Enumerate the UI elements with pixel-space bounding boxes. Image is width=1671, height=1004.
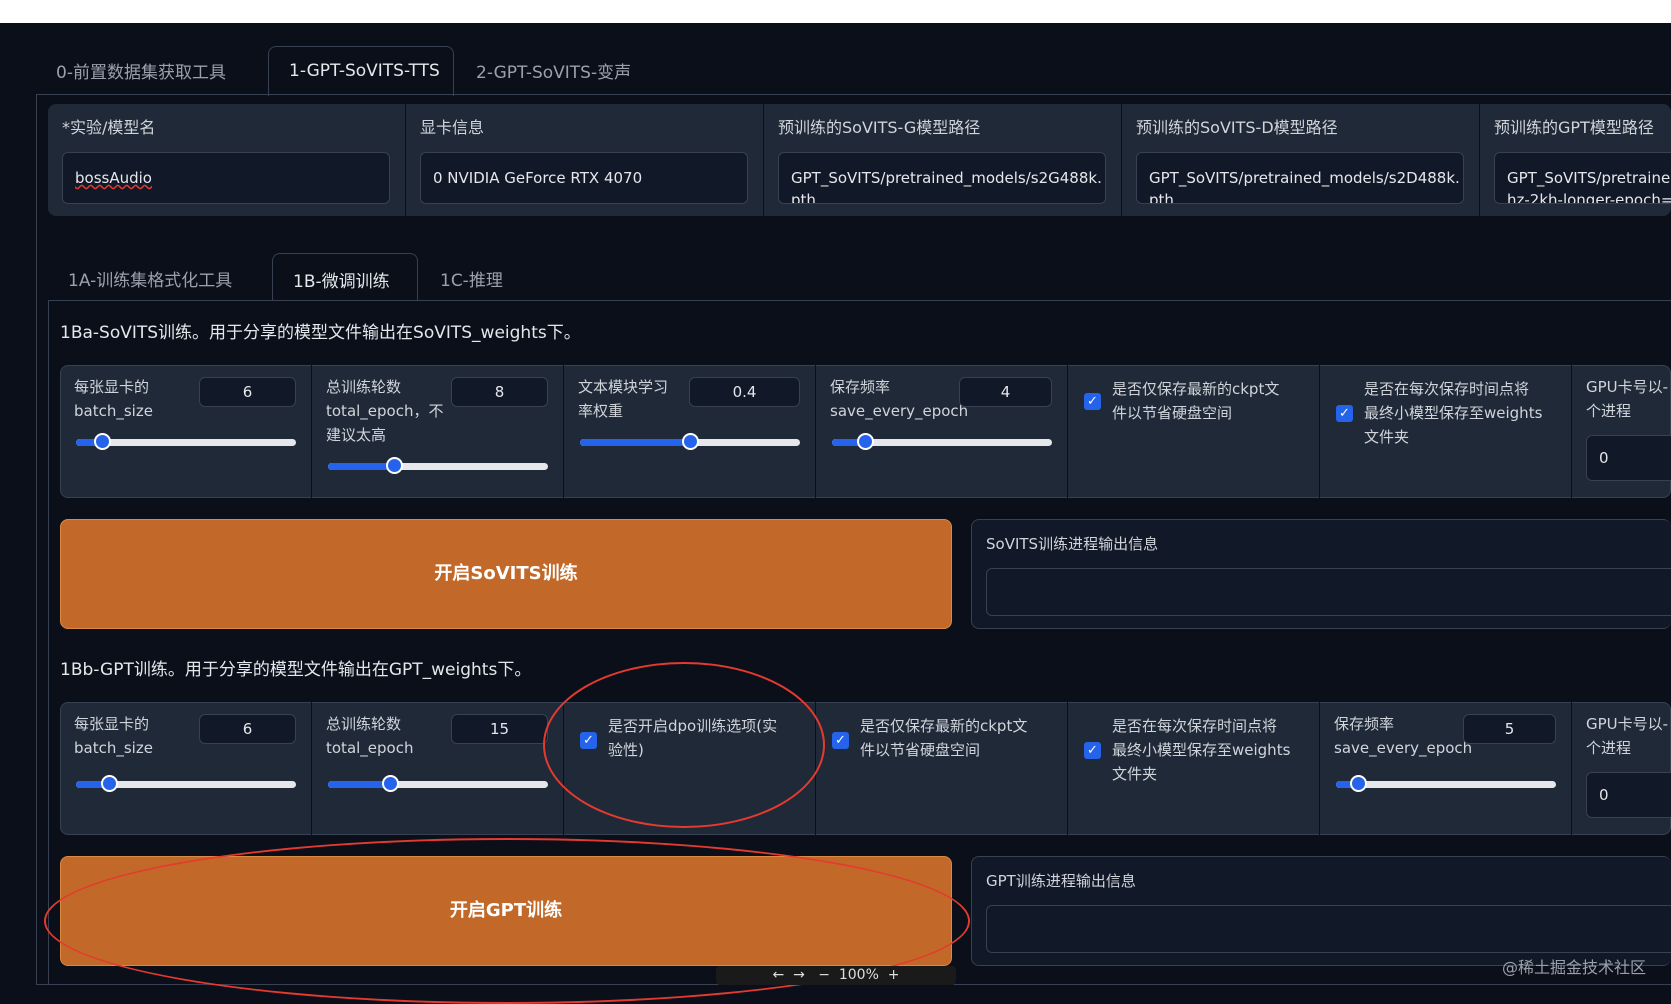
gpt-output-textbox[interactable] (986, 905, 1671, 953)
slider-thumb[interactable] (386, 457, 403, 474)
experiment-name-input[interactable]: bossAudio (62, 152, 390, 204)
sovits-save-latest-label: 是否仅保存最新的ckpt文 件以节省硬盘空间 (1112, 380, 1280, 422)
sovits-batch-size-slider[interactable] (76, 433, 296, 450)
gpt-save-every-input[interactable]: 5 (1463, 714, 1556, 744)
sovits-d-path-label: 预训练的SoVITS-D模型路径 (1136, 118, 1338, 137)
sovits-total-epoch-slider[interactable] (328, 457, 548, 474)
sovits-g-path-label: 预训练的SoVITS-G模型路径 (778, 118, 981, 137)
sovits-save-latest-param: ✓ 是否仅保存最新的ckpt文 件以节省硬盘空间 (1068, 365, 1320, 498)
sovits-save-every-param: 保存频率 save_every_epoch 4 (816, 365, 1068, 498)
gpt-save-weights-param: ✓ 是否在每次保存时间点将 最终小模型保存至weights 文件夹 (1068, 702, 1320, 835)
gpt-total-epoch-param: 总训练轮数 total_epoch 15 (312, 702, 564, 835)
gpt-save-latest-param: ✓ 是否仅保存最新的ckpt文 件以节省硬盘空间 (816, 702, 1068, 835)
tab-dataset-tools[interactable]: 0-前置数据集获取工具 (56, 58, 226, 83)
slider-thumb[interactable] (682, 433, 699, 450)
zoom-toolbar: ← → − 100% + (716, 966, 956, 985)
start-sovits-training-button[interactable]: 开启SoVITS训练 (60, 519, 952, 629)
zoom-level: 100% (838, 967, 879, 983)
sovits-save-weights-label: 是否在每次保存时间点将 最终小模型保存至weights 文件夹 (1364, 380, 1543, 446)
gpu-info-label: 显卡信息 (420, 118, 485, 137)
subtab-format-tools[interactable]: 1A-训练集格式化工具 (68, 266, 232, 291)
sovits-output-textbox[interactable] (986, 568, 1671, 616)
arrow-left-icon[interactable]: ← (772, 967, 784, 983)
gpt-section-title: 1Bb-GPT训练。用于分享的模型文件输出在GPT_weights下。 (60, 660, 532, 680)
sovits-output-panel: SoVITS训练进程输出信息 (971, 519, 1671, 629)
subtab-inference[interactable]: 1C-推理 (440, 266, 503, 291)
sovits-text-lr-slider[interactable] (580, 433, 800, 450)
gpt-output-panel: GPT训练进程输出信息 (971, 856, 1671, 966)
sovits-gpu-param: GPU卡号以- 个进程 0 (1572, 365, 1671, 498)
sovits-d-path-block: 预训练的SoVITS-D模型路径 GPT_SoVITS/pretrained_m… (1122, 104, 1480, 216)
sovits-save-every-slider[interactable] (832, 433, 1052, 450)
experiment-name-value: bossAudio (75, 169, 152, 187)
slider-thumb[interactable] (381, 775, 399, 792)
sovits-save-latest-checkbox[interactable]: ✓ (1084, 393, 1101, 410)
sovits-section-title: 1Ba-SoVITS训练。用于分享的模型文件输出在SoVITS_weights下… (60, 323, 581, 343)
gpt-save-every-slider[interactable] (1336, 775, 1556, 792)
sovits-output-label: SoVITS训练进程输出信息 (986, 535, 1159, 553)
sovits-batch-size-param: 每张显卡的 batch_size 6 (60, 365, 312, 498)
zoom-in-icon[interactable]: + (888, 967, 900, 983)
gpt-gpu-param: GPU卡号以- 个进程 0 (1572, 702, 1671, 835)
slider-thumb[interactable] (1350, 775, 1367, 792)
sovits-gpu-label: GPU卡号以- 个进程 (1586, 378, 1669, 420)
gpt-save-weights-label: 是否在每次保存时间点将 最终小模型保存至weights 文件夹 (1112, 717, 1291, 783)
gpt-batch-size-slider[interactable] (76, 775, 296, 792)
watermark: @稀土掘金技术社区 (1502, 958, 1647, 977)
gpt-save-latest-checkbox[interactable]: ✓ (832, 732, 849, 749)
experiment-name-block: *实验/模型名 bossAudio (48, 104, 406, 216)
sovits-d-path-input[interactable]: GPT_SoVITS/pretrained_models/s2D488k. pt… (1136, 152, 1464, 204)
sovits-total-epoch-input[interactable]: 8 (451, 377, 548, 407)
gpt-batch-size-label: 每张显卡的 batch_size (74, 715, 153, 757)
slider-thumb[interactable] (857, 433, 874, 450)
sovits-g-path-input[interactable]: GPT_SoVITS/pretrained_models/s2G488k. pt… (778, 152, 1106, 204)
sovits-save-weights-checkbox[interactable]: ✓ (1336, 405, 1353, 422)
gpu-info-block: 显卡信息 0 NVIDIA GeForce RTX 4070 (406, 104, 764, 216)
gpt-output-label: GPT训练进程输出信息 (986, 872, 1136, 890)
tab-gpt-sovits-tts[interactable]: 1-GPT-SoVITS-TTS (268, 46, 454, 96)
gpt-gpu-label: GPU卡号以- 个进程 (1586, 715, 1669, 757)
gpt-save-every-param: 保存频率 save_every_epoch 5 (1320, 702, 1572, 835)
sovits-save-every-label: 保存频率 save_every_epoch (830, 378, 969, 420)
gpt-save-latest-label: 是否仅保存最新的ckpt文 件以节省硬盘空间 (860, 717, 1028, 759)
tab-voice-changer[interactable]: 2-GPT-SoVITS-变声 (476, 58, 631, 83)
slider-thumb[interactable] (94, 433, 112, 450)
gpt-total-epoch-label: 总训练轮数 total_epoch (326, 715, 414, 757)
sovits-batch-size-label: 每张显卡的 batch_size (74, 378, 153, 420)
gpt-gpu-input[interactable]: 0 (1586, 772, 1671, 818)
experiment-name-label: *实验/模型名 (62, 118, 156, 137)
sovits-text-lr-input[interactable]: 0.4 (689, 377, 800, 407)
sovits-total-epoch-label: 总训练轮数 total_epoch，不 建议太高 (326, 378, 444, 444)
top-white-bar (0, 0, 1671, 23)
sovits-gpu-input[interactable]: 0 (1586, 435, 1671, 481)
sovits-text-lr-param: 文本模块学习 率权重 0.4 (564, 365, 816, 498)
sovits-batch-size-input[interactable]: 6 (199, 377, 296, 407)
gpt-save-weights-checkbox[interactable]: ✓ (1084, 742, 1101, 759)
subtab-finetune[interactable]: 1B-微调训练 (272, 253, 418, 301)
zoom-out-icon[interactable]: − (818, 967, 830, 983)
sovits-text-lr-label: 文本模块学习 率权重 (578, 378, 669, 420)
gpt-total-epoch-slider[interactable] (328, 775, 548, 792)
gpt-batch-size-input[interactable]: 6 (199, 714, 296, 744)
gpu-info-input[interactable]: 0 NVIDIA GeForce RTX 4070 (420, 152, 748, 204)
sovits-g-path-block: 预训练的SoVITS-G模型路径 GPT_SoVITS/pretrained_m… (764, 104, 1122, 216)
slider-thumb[interactable] (101, 775, 118, 792)
gpt-total-epoch-input[interactable]: 15 (451, 714, 548, 744)
gpt-save-every-label: 保存频率 save_every_epoch (1334, 715, 1473, 757)
gpt-path-label: 预训练的GPT模型路径 (1494, 118, 1654, 137)
sovits-save-weights-param: ✓ 是否在每次保存时间点将 最终小模型保存至weights 文件夹 (1320, 365, 1572, 498)
sovits-save-every-input[interactable]: 4 (959, 377, 1052, 407)
arrow-right-icon[interactable]: → (793, 967, 805, 983)
sovits-total-epoch-param: 总训练轮数 total_epoch，不 建议太高 8 (312, 365, 564, 498)
annotation-ellipse-dpo (543, 662, 825, 828)
gpt-path-block: 预训练的GPT模型路径 GPT_SoVITS/pretrained hz-2kh… (1480, 104, 1671, 216)
gpt-path-input[interactable]: GPT_SoVITS/pretrained hz-2kh-longer-epoc… (1494, 152, 1671, 204)
gpt-batch-size-param: 每张显卡的 batch_size 6 (60, 702, 312, 835)
